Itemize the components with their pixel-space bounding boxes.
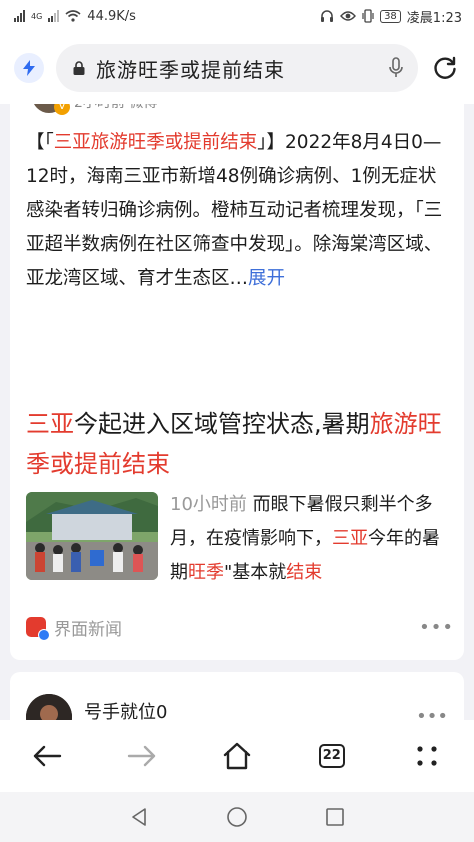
eye-icon (340, 11, 356, 21)
more-options-button[interactable]: ••• (416, 706, 448, 720)
expand-link[interactable]: 展开 (248, 268, 285, 289)
verified-icon (38, 629, 50, 641)
post-topic-link[interactable]: 三亚旅游旺季或提前结束 (54, 132, 258, 153)
lock-icon (73, 61, 85, 75)
refresh-button[interactable] (430, 53, 460, 83)
more-options-button[interactable]: ••• (419, 617, 454, 638)
news-article-card[interactable]: 三亚今起进入区域管控状态,暑期旅游旺季或提前结束 10小时前 而眼下暑假只剩半个… (10, 388, 464, 660)
avatar[interactable] (26, 694, 72, 720)
browser-toolbar: 22 (0, 720, 474, 792)
menu-dots-icon (416, 746, 437, 766)
avatar[interactable]: V (32, 104, 70, 115)
refresh-icon (434, 56, 456, 79)
lightning-icon[interactable] (14, 53, 44, 83)
article-title[interactable]: 三亚今起进入区域管控状态,暑期旅游旺季或提前结束 (26, 404, 454, 484)
clock: 凌晨1:23 (406, 10, 462, 26)
address-bar[interactable]: 旅游旺季或提前结束 (56, 44, 418, 92)
article-source-row: 界面新闻 ••• (26, 614, 454, 641)
post-meta: V 2小时前 微博 (32, 104, 157, 116)
summary-highlight-2: 旺季 (188, 562, 224, 583)
network-type: 4G (31, 11, 43, 21)
title-highlight-1: 三亚 (26, 410, 74, 438)
next-post-card[interactable]: 号手就位0 ••• (10, 672, 464, 720)
home-icon (223, 742, 251, 770)
article-summary[interactable]: 10小时前 而眼下暑假只剩半个多月，在疫情影响下，三亚今年的暑期旺季"基本就结束 (170, 488, 454, 590)
headset-icon (321, 10, 334, 22)
status-bar: 4G 44.9K/s 38 凌晨1:23 (0, 0, 474, 32)
title-text: 今起进入区域管控状态,暑期 (74, 410, 370, 438)
tab-count: 22 (318, 744, 345, 768)
post-meta-text: 2小时前 微博 (74, 104, 157, 112)
arrow-left-icon (34, 745, 62, 767)
address-query[interactable]: 旅游旺季或提前结束 (96, 54, 378, 83)
menu-button[interactable] (397, 726, 457, 786)
signal-2-icon (48, 10, 60, 22)
tabs-button[interactable]: 22 (302, 726, 362, 786)
status-right: 38 凌晨1:23 (320, 7, 462, 26)
article-time: 10小时前 (170, 494, 247, 515)
verified-badge-icon: V (54, 104, 70, 115)
wifi-icon (65, 10, 81, 22)
network-speed: 44.9K/s (87, 8, 136, 24)
summary-highlight-1: 三亚 (332, 528, 368, 549)
author-name[interactable]: 号手就位0 (84, 698, 167, 720)
forward-button[interactable] (112, 726, 172, 786)
nav-recents-icon[interactable] (324, 806, 346, 828)
arrow-right-icon (127, 745, 156, 767)
source-logo-icon (26, 617, 50, 641)
summary-text-3: "基本就 (224, 562, 287, 583)
back-button[interactable] (17, 726, 77, 786)
summary-highlight-3: 结束 (286, 562, 323, 583)
feed[interactable]: V 2小时前 微博 【「三亚旅游旺季或提前结束」】2022年8月4日0—12时，… (0, 104, 474, 720)
article-thumbnail[interactable] (26, 492, 158, 580)
battery-icon: 38 (380, 9, 401, 23)
system-navigation-bar (0, 792, 474, 842)
signal-icon (14, 10, 25, 22)
article-source[interactable]: 界面新闻 (54, 615, 122, 640)
home-button[interactable] (207, 726, 267, 786)
post-body-text: 」】2022年8月4日0—12时，海南三亚市新增48例确诊病例、1例无症状感染者… (26, 132, 443, 289)
vibrate-icon (362, 9, 374, 23)
status-left: 4G 44.9K/s (14, 9, 136, 24)
nav-back-icon[interactable] (128, 806, 150, 828)
post-bracket: 【「 (26, 132, 54, 153)
post-body[interactable]: 【「三亚旅游旺季或提前结束」】2022年8月4日0—12时，海南三亚市新增48例… (26, 126, 454, 296)
address-bar-row: 旅游旺季或提前结束 (0, 32, 474, 104)
microphone-icon[interactable] (388, 57, 404, 79)
nav-home-icon[interactable] (226, 806, 248, 828)
